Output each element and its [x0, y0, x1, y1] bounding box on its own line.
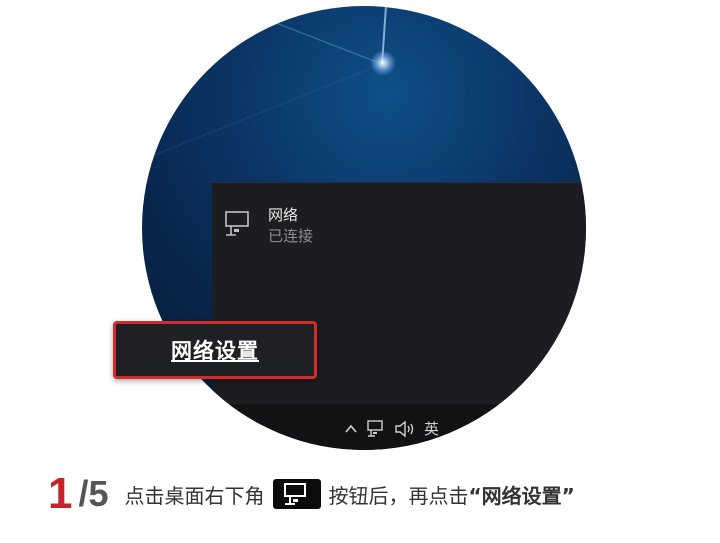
chevron-up-icon[interactable] — [344, 422, 358, 436]
network-settings-label: 网络设置 — [171, 339, 259, 363]
network-icon — [225, 211, 249, 236]
network-tray-icon[interactable] — [366, 419, 386, 439]
network-settings-button[interactable]: 网络设置 — [113, 321, 317, 379]
step-current: 1 — [48, 469, 73, 518]
zoomed-desktop-view: 网络 已连接 英 — [142, 6, 586, 450]
system-tray: 英 — [344, 418, 439, 439]
network-connection-item[interactable]: 网络 已连接 — [224, 205, 313, 247]
caption-text-before: 点击桌面右下角 — [124, 483, 265, 508]
wallpaper-glow — [370, 50, 396, 76]
step-caption: 1 / 5 点击桌面右下角 按钮后，再点击 “网络设置” — [48, 472, 575, 516]
ime-indicator[interactable]: 英 — [424, 418, 439, 439]
caption-text-after: 按钮后，再点击 — [328, 483, 469, 508]
step-separator: / — [78, 473, 89, 514]
step-total: 5 — [88, 473, 109, 514]
network-icon — [283, 483, 306, 505]
network-name: 网络 — [268, 206, 299, 224]
taskbar: 英 — [142, 404, 586, 450]
network-text: 网络 已连接 — [268, 205, 313, 247]
volume-icon[interactable] — [394, 420, 416, 438]
network-icon-badge — [272, 479, 321, 509]
caption-quoted-target: “网络设置” — [468, 483, 575, 508]
network-status: 已连接 — [268, 227, 314, 245]
